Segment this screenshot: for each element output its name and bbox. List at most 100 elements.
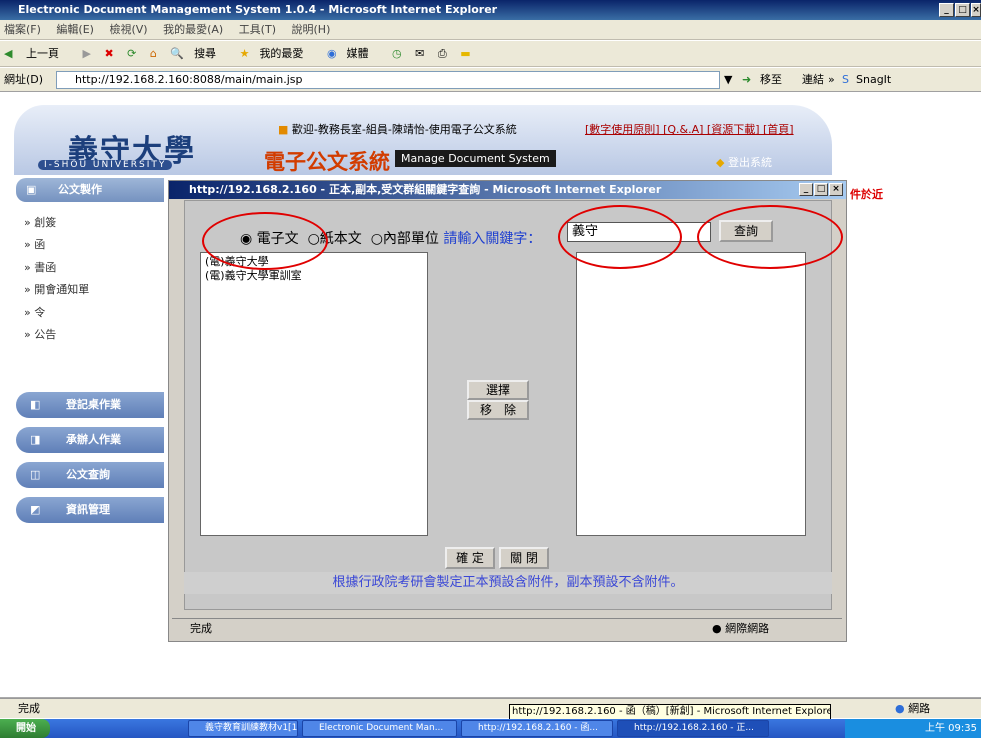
popup-maximize-icon[interactable]: □ — [814, 183, 828, 196]
folder-icon[interactable]: ▬ — [460, 47, 470, 60]
address-input[interactable]: http://192.168.2.160:8088/main/main.jsp — [56, 71, 720, 89]
history-icon[interactable]: ◷ — [392, 47, 402, 60]
sidebar-item-create[interactable]: » 創簽 — [24, 214, 56, 230]
select-button[interactable]: 選擇 — [467, 380, 529, 400]
search-icon: 🔍 — [170, 47, 185, 60]
sidebar-registration-desk[interactable]: ◧ 登記桌作業 — [16, 392, 164, 418]
taskbar: 開始 義守教育訓練教材v1[1]... Electronic Document … — [0, 719, 981, 738]
back-arrow-icon: ◀ — [4, 47, 13, 60]
sidebar-button-label: 公文查詢 — [66, 468, 110, 481]
remove-button[interactable]: 移 除 — [467, 400, 529, 420]
ie-title-bar: Electronic Document Management System 1.… — [0, 0, 981, 20]
popup-zone: ● 網際網路 — [712, 619, 769, 639]
go-arrow-icon[interactable]: ➜ — [742, 68, 751, 92]
menu-favorites[interactable]: 我的最愛(A) — [163, 23, 223, 36]
stop-icon[interactable]: ✖ — [104, 47, 113, 60]
system-name-en: Manage Document System — [395, 150, 556, 167]
sidebar-info-management[interactable]: ◩ 資訊管理 — [16, 497, 164, 523]
favorites-button[interactable]: ★ 我的最愛 — [240, 47, 314, 60]
address-label: 網址(D) — [4, 73, 44, 86]
snagit-button[interactable]: SnagIt — [856, 68, 891, 92]
system-tray: 上午 09:35 — [845, 719, 981, 738]
popup-status-bar: 完成 ● 網際網路 — [172, 618, 842, 638]
sidebar-item-label: 函 — [34, 238, 46, 251]
sidebar-handler-work[interactable]: ◨ 承辦人作業 — [16, 427, 164, 453]
sidebar-item-label: 令 — [34, 306, 46, 319]
menu-help[interactable]: 說明(H) — [292, 23, 331, 36]
sidebar-item-letter[interactable]: » 函 — [24, 236, 45, 252]
status-zone-label: 網路 — [908, 702, 931, 715]
globe-icon: ● — [712, 622, 722, 635]
top-links[interactable]: [數字使用原則] [Q.&.A] [資源下載] [首頁] — [585, 121, 794, 137]
welcome-text: ■ 歡迎-教務長室-組員-陳靖怡-使用電子公文系統 — [278, 121, 517, 137]
logout-icon: ◆ — [716, 156, 725, 169]
menu-view[interactable]: 檢視(V) — [109, 23, 147, 36]
popup-status-text: 完成 — [190, 622, 212, 635]
snagit-icon: S — [842, 73, 849, 86]
sidebar-section-label: 公文製作 — [58, 183, 102, 196]
logout-link[interactable]: ◆ 登出系統 — [716, 154, 772, 170]
status-text: 完成 — [18, 702, 40, 715]
popup-title: http://192.168.2.160 - 正本,副本,受文群組關鍵字查詢 -… — [189, 183, 662, 196]
search-button[interactable]: 🔍 搜尋 — [170, 47, 226, 60]
popup-minimize-icon[interactable]: _ — [799, 183, 813, 196]
media-icon: ◉ — [326, 47, 337, 60]
chevron-icon[interactable]: » — [828, 68, 835, 92]
selected-list[interactable] — [576, 252, 806, 536]
print-icon[interactable]: ⎙ — [438, 47, 447, 60]
highlight-circle-keyword — [558, 205, 682, 269]
ie-toolbar: ◀ 上一頁 ▶ ✖ ⟳ ⌂ 🔍 搜尋 ★ 我的最愛 ◉ 媒體 ◷ ✉ ⎙ ▬ — [0, 41, 981, 67]
sidebar-item-label: 公告 — [34, 328, 57, 341]
confirm-button[interactable]: 確 定 — [445, 547, 495, 569]
sidebar-document-query[interactable]: ◫ 公文查詢 — [16, 462, 164, 488]
taskbar-item-letter[interactable]: http://192.168.2.160 - 函... — [461, 720, 613, 737]
list-item[interactable]: (電)義守大學軍訓室 — [205, 269, 423, 283]
attachment-note: 根據行政院考研會製定正本預設含附件，副本預設不含附件。 — [184, 572, 832, 594]
ie-status-bar: 完成 ● 網路 — [0, 698, 981, 718]
close-button[interactable]: 關 閉 — [499, 547, 549, 569]
sidebar-section-document[interactable]: ▣ 公文製作 — [16, 178, 164, 202]
sidebar-item-meeting-notice[interactable]: » 開會通知單 — [24, 281, 89, 297]
address-dropdown-icon[interactable]: ▼ — [724, 68, 732, 92]
minimize-icon[interactable]: _ — [939, 3, 954, 17]
taskbar-tooltip: http://192.168.2.160 - 函（稿）[新創] - Micros… — [509, 704, 831, 720]
forward-icon[interactable]: ▶ — [82, 47, 90, 60]
sidebar-item-label: 創簽 — [34, 216, 57, 229]
clock: 上午 09:35 — [925, 723, 977, 734]
menu-tools[interactable]: 工具(T) — [239, 23, 276, 36]
start-button[interactable]: 開始 — [0, 719, 50, 738]
result-list[interactable]: (電)義守大學 (電)義守大學軍訓室 — [200, 252, 428, 536]
radio-label: 內部單位 — [382, 231, 439, 247]
mail-icon[interactable]: ✉ — [415, 47, 424, 60]
menu-edit[interactable]: 編輯(E) — [56, 23, 94, 36]
menu-bar: 檔案(F) 編輯(E) 檢視(V) 我的最愛(A) 工具(T) 說明(H) — [0, 20, 981, 40]
links-label[interactable]: 連結 — [802, 68, 824, 92]
media-button[interactable]: ◉ 媒體 — [327, 47, 379, 60]
sidebar-item-order[interactable]: » 令 — [24, 304, 45, 320]
close-icon[interactable]: × — [971, 3, 981, 17]
go-button[interactable]: 移至 — [760, 68, 782, 92]
menu-file[interactable]: 檔案(F) — [4, 23, 41, 36]
popup-close-icon[interactable]: × — [829, 183, 843, 196]
document-icon: ▣ — [26, 183, 37, 196]
back-label: 上一頁 — [25, 47, 59, 60]
sidebar-button-label: 承辦人作業 — [66, 433, 121, 446]
search-label: 搜尋 — [194, 47, 217, 60]
highlight-circle-radio — [202, 212, 328, 270]
address-bar: 網址(D) http://192.168.2.160:8088/main/mai… — [0, 68, 981, 92]
highlight-circle-query — [697, 205, 843, 269]
sidebar-item-announcement[interactable]: » 公告 — [24, 326, 56, 342]
taskbar-item-edms[interactable]: Electronic Document Man... — [302, 720, 457, 737]
radio-internal-unit[interactable]: ○內部單位 — [371, 231, 439, 247]
back-button[interactable]: ◀ 上一頁 — [4, 47, 69, 60]
keyword-label: 請輸入關鍵字： — [443, 231, 542, 247]
taskbar-item-popup[interactable]: http://192.168.2.160 - 正... — [617, 720, 769, 737]
taskbar-item-word[interactable]: 義守教育訓練教材v1[1]... — [188, 720, 298, 737]
system-name: 電子公文系統 — [264, 150, 390, 174]
maximize-icon[interactable]: □ — [955, 3, 970, 17]
refresh-icon[interactable]: ⟳ — [127, 47, 136, 60]
sidebar-item-official-letter[interactable]: » 書函 — [24, 259, 56, 275]
home-icon[interactable]: ⌂ — [150, 47, 157, 60]
start-label: 開始 — [16, 723, 36, 734]
help-icon: ● — [895, 702, 905, 715]
